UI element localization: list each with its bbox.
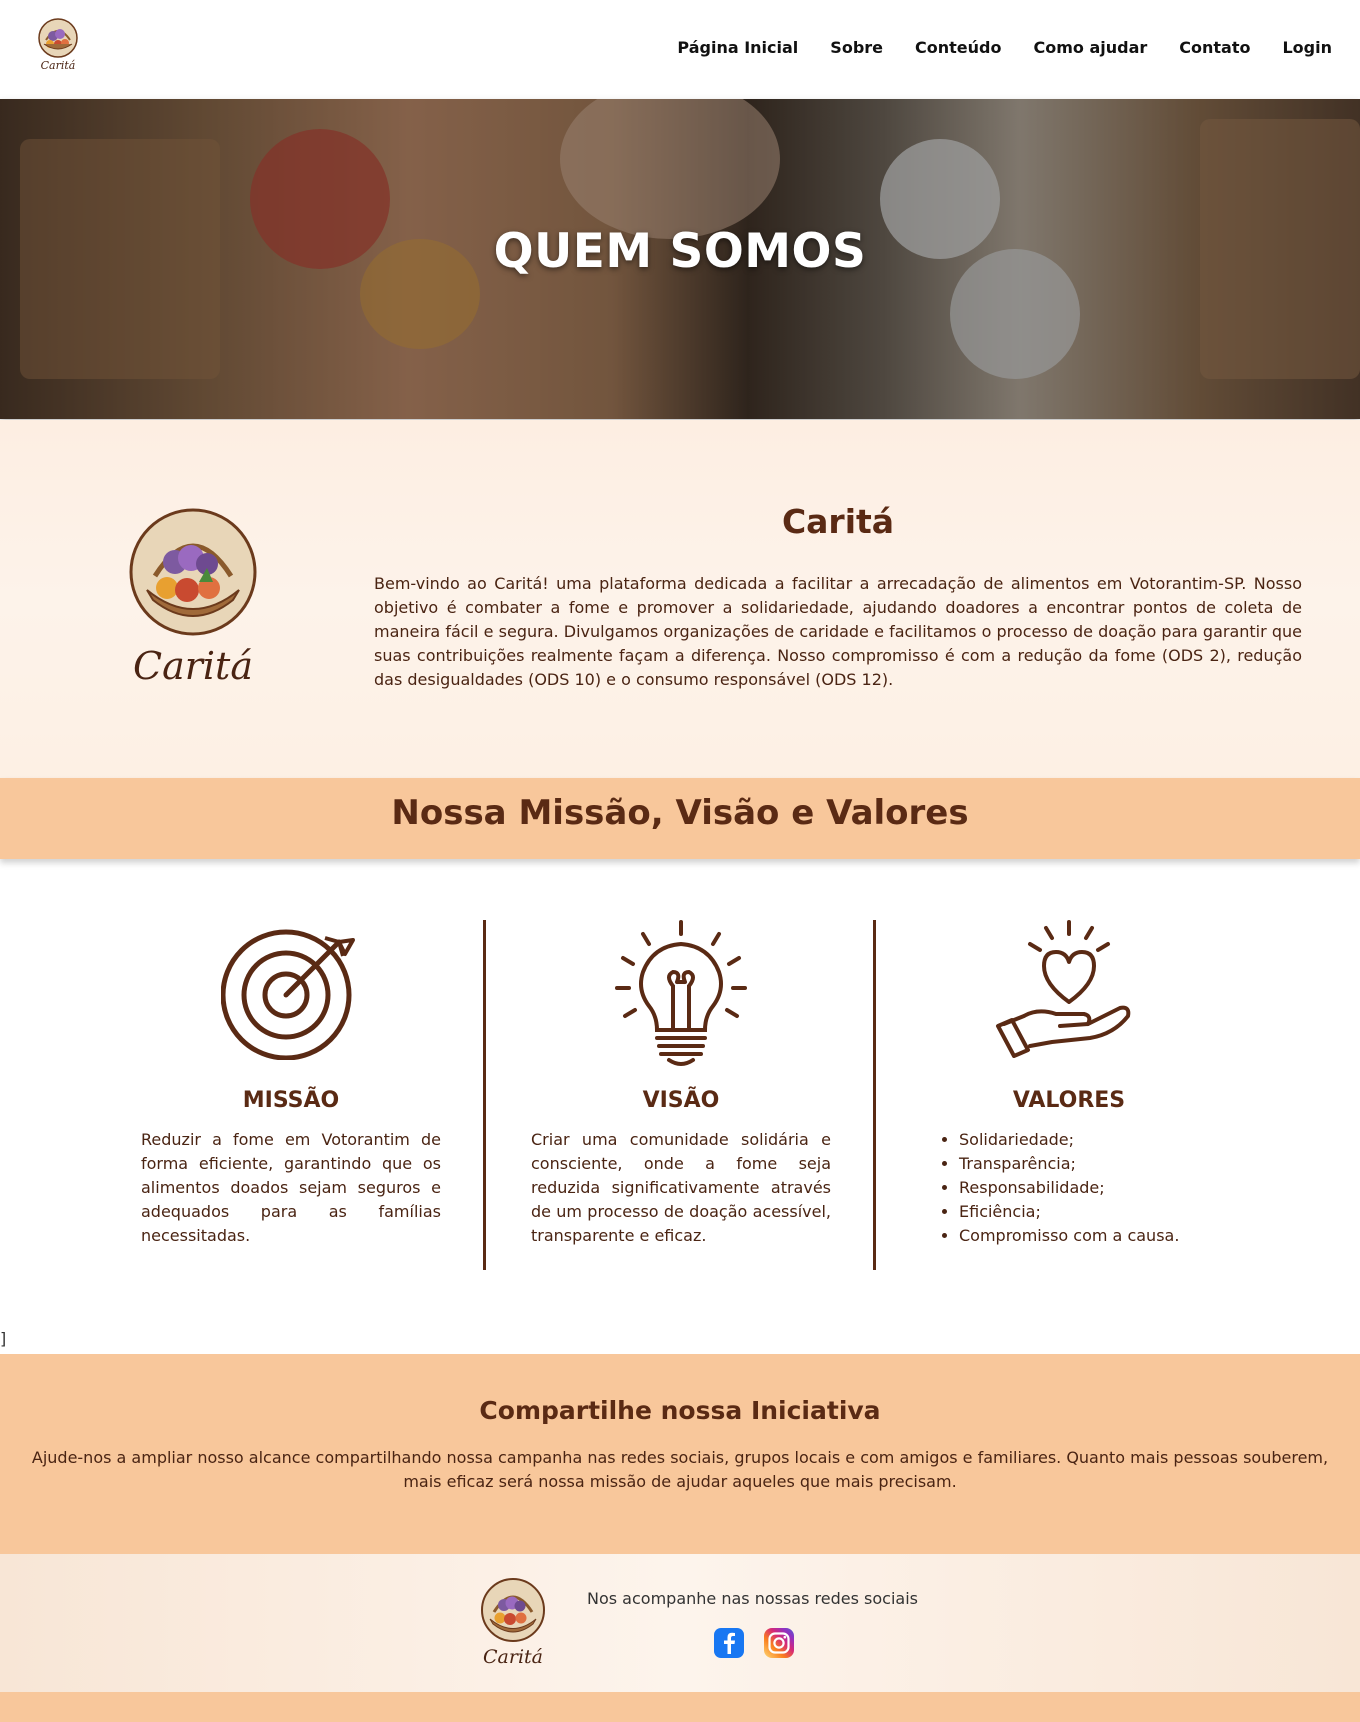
about-title: Caritá (781, 502, 895, 541)
column-divider (483, 920, 486, 1270)
about-section: Caritá Caritá Bem-vindo ao Caritá! uma p… (0, 420, 1360, 778)
nav-links: Página Inicial Sobre Conteúdo Como ajuda… (645, 38, 1332, 57)
nav-home-link[interactable]: Página Inicial (677, 38, 798, 57)
basket-logo-icon (38, 18, 78, 58)
hero-banner: QUEM SOMOS (0, 99, 1360, 419)
nav-sobre-link[interactable]: Sobre (830, 38, 883, 57)
share-section: Compartilhe nossa Iniciativa Ajude-nos a… (0, 1354, 1360, 1554)
footer-logo-text: Caritá (483, 1646, 543, 1668)
facebook-icon[interactable] (713, 1627, 745, 1659)
share-text: Ajude-nos a ampliar nosso alcance compar… (31, 1448, 1329, 1491)
missao-card: MISSÃO Reduzir a fome em Votorantim de f… (141, 920, 441, 1245)
mvv-columns: MISSÃO Reduzir a fome em Votorantim de f… (0, 920, 1360, 1270)
missao-text: Reduzir a fome em Votorantim de forma ef… (141, 1130, 441, 1245)
basket-logo-icon (481, 1578, 545, 1642)
heart-hand-icon (996, 920, 1131, 1058)
column-divider (873, 920, 876, 1270)
valores-card: VALORES Solidariedade; Transparência; Re… (919, 920, 1219, 1245)
nav-logo-text: Caritá (40, 59, 76, 72)
about-logo-text: Caritá (133, 644, 253, 688)
mvv-heading: Nossa Missão, Visão e Valores (391, 793, 969, 833)
navbar: Caritá Página Inicial Sobre Conteúdo Com… (0, 0, 1360, 99)
valores-item: Responsabilidade; (959, 1176, 1179, 1200)
about-text: Bem-vindo ao Caritá! uma plataforma dedi… (374, 574, 1302, 689)
visao-card: VISÃO Criar uma comunidade solidária e c… (531, 920, 831, 1245)
footer: Caritá Nos acompanhe nas nossas redes so… (0, 1554, 1360, 1692)
footer-social-text: Nos acompanhe nas nossas redes sociais (587, 1589, 918, 1608)
stray-bracket-text: ] (0, 1329, 7, 1348)
valores-item: Solidariedade; (959, 1128, 1179, 1152)
nav-login-link[interactable]: Login (1282, 38, 1332, 57)
share-title: Compartilhe nossa Iniciativa (479, 1396, 881, 1425)
target-icon (221, 929, 355, 1060)
valores-item: Compromisso com a causa. (959, 1224, 1179, 1248)
basket-logo-icon (129, 508, 257, 636)
valores-item: Transparência; (959, 1152, 1179, 1176)
mvv-heading-band: Nossa Missão, Visão e Valores (0, 778, 1360, 859)
nav-logo[interactable]: Caritá (33, 18, 83, 72)
nav-como-ajudar-link[interactable]: Como ajudar (1033, 38, 1147, 57)
footer-bottom-strip (0, 1692, 1360, 1722)
instagram-icon[interactable] (763, 1627, 795, 1659)
nav-conteudo-link[interactable]: Conteúdo (915, 38, 1001, 57)
valores-list: Solidariedade; Transparência; Responsabi… (941, 1128, 1179, 1248)
hero-title: QUEM SOMOS (493, 224, 867, 279)
about-logo: Caritá (128, 508, 258, 688)
valores-item: Eficiência; (959, 1200, 1179, 1224)
valores-title: VALORES (1012, 1088, 1126, 1113)
missao-title: MISSÃO (242, 1088, 340, 1113)
lightbulb-icon (615, 920, 747, 1066)
footer-logo[interactable]: Caritá (480, 1578, 546, 1668)
visao-title: VISÃO (642, 1088, 720, 1113)
visao-text: Criar uma comunidade solidária e conscie… (531, 1130, 831, 1245)
nav-contato-link[interactable]: Contato (1179, 38, 1250, 57)
